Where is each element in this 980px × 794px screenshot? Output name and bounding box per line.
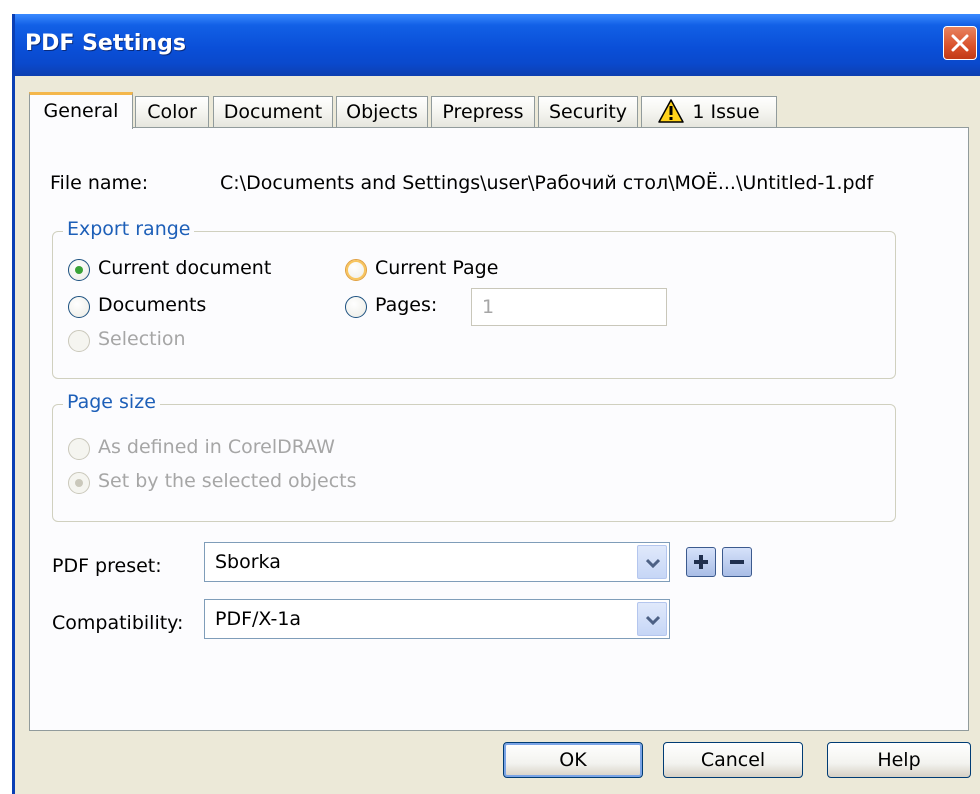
issues-label: 1 Issue bbox=[692, 101, 760, 123]
compatibility-label: Compatibility: bbox=[52, 612, 184, 634]
compatibility-select[interactable]: PDF/X-1a bbox=[204, 599, 670, 639]
current-document-radio[interactable] bbox=[68, 259, 90, 281]
current-page-label[interactable]: Current Page bbox=[375, 257, 498, 279]
file-name-label: File name: bbox=[50, 172, 149, 194]
tab-issues[interactable]: 1 Issue bbox=[641, 96, 777, 128]
general-panel: File name: C:\Documents and Settings\use… bbox=[29, 127, 969, 731]
plus-icon bbox=[694, 555, 708, 569]
close-icon bbox=[951, 34, 969, 52]
pdf-preset-value: Sborka bbox=[215, 551, 281, 573]
pdf-settings-dialog: PDF Settings General Color Document Obje… bbox=[12, 14, 980, 794]
compatibility-value: PDF/X-1a bbox=[215, 608, 302, 630]
tab-security[interactable]: Security bbox=[538, 96, 638, 128]
pages-input[interactable]: 1 bbox=[471, 288, 667, 326]
set-by-selected-label[interactable]: Set by the selected objects bbox=[98, 470, 357, 492]
compatibility-dropdown-button[interactable] bbox=[637, 602, 667, 636]
pages-radio[interactable] bbox=[345, 296, 367, 318]
title-bar[interactable]: PDF Settings bbox=[15, 14, 980, 76]
page-size-group: Page size As defined in CorelDRAW Set by… bbox=[52, 391, 896, 522]
tab-general[interactable]: General bbox=[29, 92, 133, 129]
documents-label[interactable]: Documents bbox=[98, 294, 206, 316]
chevron-down-icon bbox=[646, 615, 660, 625]
set-by-selected-radio[interactable] bbox=[68, 472, 90, 494]
as-defined-radio[interactable] bbox=[68, 438, 90, 460]
add-preset-button[interactable] bbox=[686, 547, 716, 577]
tab-document[interactable]: Document bbox=[213, 96, 333, 128]
tab-prepress[interactable]: Prepress bbox=[431, 96, 535, 128]
export-range-group: Export range Current document Documents … bbox=[52, 218, 896, 379]
help-button[interactable]: Help bbox=[827, 742, 971, 778]
selection-radio[interactable] bbox=[68, 330, 90, 352]
pdf-preset-label: PDF preset: bbox=[52, 555, 162, 577]
pages-label[interactable]: Pages: bbox=[375, 294, 437, 316]
documents-radio[interactable] bbox=[68, 296, 90, 318]
tab-objects[interactable]: Objects bbox=[336, 96, 428, 128]
pdf-preset-select[interactable]: Sborka bbox=[204, 542, 670, 582]
page-size-legend: Page size bbox=[63, 391, 160, 413]
chevron-down-icon bbox=[646, 558, 660, 568]
current-document-label[interactable]: Current document bbox=[98, 257, 271, 279]
export-range-legend: Export range bbox=[63, 218, 195, 240]
ok-button[interactable]: OK bbox=[503, 742, 643, 778]
selection-label[interactable]: Selection bbox=[98, 328, 186, 350]
warning-icon bbox=[658, 98, 685, 123]
remove-preset-button[interactable] bbox=[722, 547, 752, 577]
close-button[interactable] bbox=[943, 26, 977, 60]
as-defined-label[interactable]: As defined in CorelDRAW bbox=[98, 436, 335, 458]
cancel-button[interactable]: Cancel bbox=[663, 742, 803, 778]
minus-icon bbox=[730, 560, 744, 564]
file-name-value: C:\Documents and Settings\user\Рабочий с… bbox=[220, 172, 874, 194]
tab-color[interactable]: Color bbox=[135, 96, 209, 128]
current-page-radio[interactable] bbox=[345, 259, 367, 281]
window-title: PDF Settings bbox=[25, 31, 186, 56]
pdf-preset-dropdown-button[interactable] bbox=[637, 545, 667, 579]
